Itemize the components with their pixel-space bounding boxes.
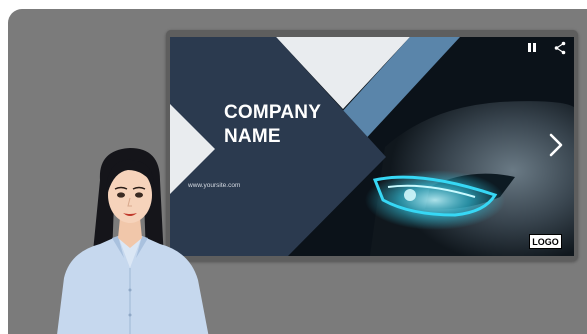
chevron-right-icon	[549, 133, 563, 157]
share-button[interactable]	[554, 41, 566, 55]
share-icon	[554, 41, 566, 55]
presenter-avatar	[57, 148, 209, 334]
pause-button[interactable]	[526, 41, 538, 55]
pause-icon	[528, 43, 531, 52]
video-stage: COMPANY NAME www.yoursite.com LOGO	[8, 9, 587, 334]
company-name-heading: COMPANY NAME	[224, 102, 322, 147]
slide-viewport[interactable]: COMPANY NAME www.yoursite.com LOGO	[170, 37, 574, 256]
pause-icon-bar	[533, 43, 536, 52]
next-slide-button[interactable]	[548, 132, 564, 158]
logo-badge: LOGO	[529, 234, 562, 249]
